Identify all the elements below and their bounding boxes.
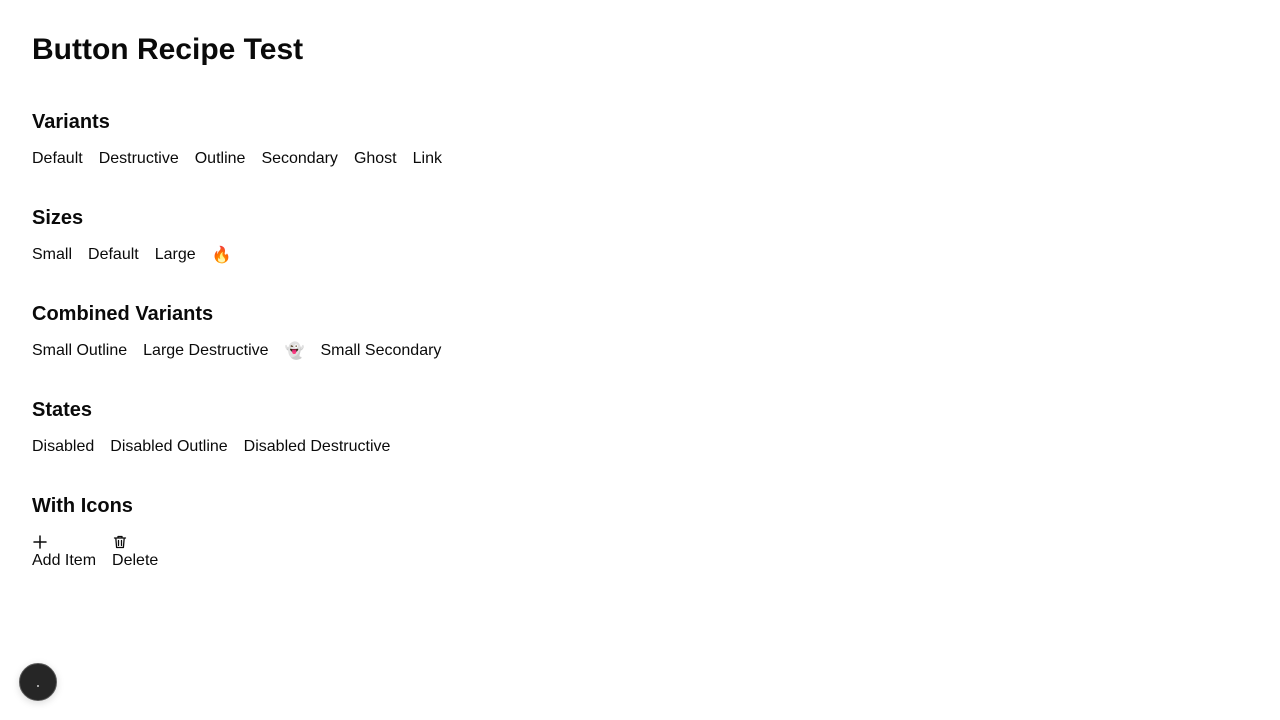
with-icons-section: With Icons Add Item Delete (32, 494, 1248, 570)
delete-button[interactable]: Delete (112, 534, 158, 570)
icon-ghost-button[interactable]: 👻 (285, 342, 305, 360)
fire-icon: 🔥 (211, 245, 232, 264)
large-destructive-button[interactable]: Large Destructive (143, 342, 268, 360)
combined-variants-section: Combined Variants Small Outline Large De… (32, 302, 1248, 360)
add-item-button[interactable]: Add Item (32, 534, 96, 570)
ghost-icon: 👻 (284, 341, 305, 360)
small-outline-button[interactable]: Small Outline (32, 342, 127, 360)
ghost-button[interactable]: Ghost (354, 150, 397, 168)
delete-label: Delete (112, 552, 159, 569)
outline-button[interactable]: Outline (195, 150, 246, 168)
with-icons-row: Add Item Delete (32, 534, 1248, 570)
combined-variants-row: Small Outline Large Destructive 👻 Small … (32, 342, 1248, 360)
disabled-button: Disabled (32, 438, 95, 455)
variants-heading: Variants (32, 111, 110, 133)
disabled-outline-button: Disabled Outline (110, 438, 228, 455)
icon-size-button[interactable]: 🔥 (212, 246, 232, 264)
small-secondary-button[interactable]: Small Secondary (320, 342, 441, 360)
with-icons-heading: With Icons (32, 495, 133, 517)
trash-icon (113, 535, 127, 549)
states-section: States Disabled Disabled Outline Disable… (32, 398, 1248, 456)
secondary-button[interactable]: Secondary (261, 150, 338, 168)
states-heading: States (32, 399, 93, 421)
dev-tools-button[interactable] (19, 663, 57, 701)
variants-row: Default Destructive Outline Secondary Gh… (32, 150, 1248, 168)
states-row: Disabled Disabled Outline Disabled Destr… (32, 438, 1248, 456)
link-button[interactable]: Link (413, 150, 442, 168)
add-item-label: Add Item (32, 552, 97, 569)
dev-tools-icon (37, 685, 39, 687)
small-button[interactable]: Small (32, 246, 72, 264)
destructive-button[interactable]: Destructive (99, 150, 179, 168)
combined-variants-heading: Combined Variants (32, 303, 214, 325)
variants-section: Variants Default Destructive Outline Sec… (32, 110, 1248, 168)
default-button[interactable]: Default (32, 150, 83, 168)
sizes-section: Sizes Small Default Large 🔥 (32, 206, 1248, 264)
sizes-heading: Sizes (32, 207, 84, 229)
page-title: Button Recipe Test (32, 33, 304, 66)
large-button[interactable]: Large (155, 246, 196, 264)
page: Button Recipe Test Variants Default Dest… (0, 0, 1280, 720)
plus-icon (33, 535, 47, 549)
disabled-destructive-button: Disabled Destructive (243, 438, 391, 455)
sizes-row: Small Default Large 🔥 (32, 246, 1248, 264)
default-size-button[interactable]: Default (88, 246, 139, 264)
